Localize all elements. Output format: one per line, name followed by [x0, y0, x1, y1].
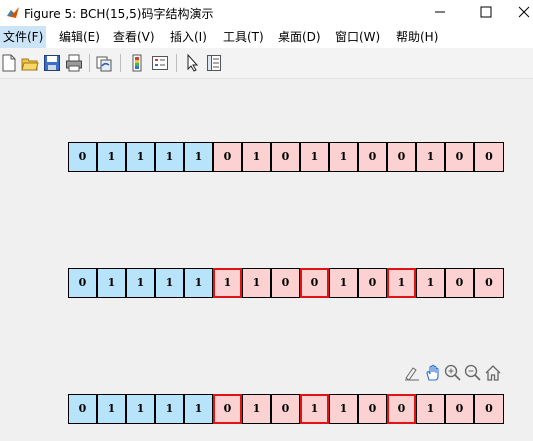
- bit-cell-error: 1: [300, 394, 329, 424]
- bit-cell-error: 0: [300, 268, 329, 298]
- new-figure-icon[interactable]: [0, 54, 18, 72]
- pan-icon[interactable]: [424, 364, 442, 382]
- bit-cell-check: 0: [474, 268, 504, 298]
- menu-desktop[interactable]: 桌面(D): [275, 26, 324, 48]
- bit-cell-info: 1: [184, 142, 213, 172]
- bit-cell-check: 1: [300, 142, 329, 172]
- menu-edit[interactable]: 编辑(E): [56, 26, 103, 48]
- bit-cell-check: 0: [358, 142, 387, 172]
- bit-cell-check: 1: [416, 268, 445, 298]
- menu-window[interactable]: 窗口(W): [332, 26, 383, 48]
- bit-cell-check: 0: [358, 394, 387, 424]
- bit-cell-check: 1: [242, 142, 271, 172]
- edit-plot-icon[interactable]: [184, 54, 202, 72]
- bit-cell-check: 0: [445, 142, 474, 172]
- bit-cell-check: 0: [271, 268, 300, 298]
- bit-cell-info: 0: [68, 142, 97, 172]
- bit-cell-check: 0: [474, 142, 504, 172]
- bit-cell-info: 1: [155, 394, 184, 424]
- bit-cell-info: 0: [68, 394, 97, 424]
- close-icon: [518, 6, 530, 18]
- bit-cell-info: 1: [155, 142, 184, 172]
- bit-cell-check: 0: [474, 394, 504, 424]
- bit-cell-info: 1: [97, 142, 126, 172]
- maximize-icon: [480, 6, 492, 18]
- maximize-button[interactable]: [464, 0, 508, 24]
- figure-canvas: 011110101100100 011111100101100 01111010…: [0, 79, 533, 441]
- bit-cell-check: 1: [329, 394, 358, 424]
- menu-file[interactable]: 文件(F): [0, 26, 47, 48]
- home-icon[interactable]: [484, 364, 502, 382]
- bit-cell-check: 1: [329, 142, 358, 172]
- bit-cell-info: 1: [126, 142, 155, 172]
- bit-cell-check: 1: [416, 394, 445, 424]
- menu-insert[interactable]: 插入(I): [167, 26, 210, 48]
- bit-cell-error: 0: [213, 394, 242, 424]
- bit-cell-check: 1: [329, 268, 358, 298]
- bit-cell-check: 0: [271, 394, 300, 424]
- bit-cell-check: 0: [213, 142, 242, 172]
- menu-bar: 文件(F) 编辑(E) 查看(V) 插入(I) 工具(T) 桌面(D) 窗口(W…: [0, 26, 533, 48]
- bit-cell-check: 0: [387, 142, 416, 172]
- bit-cell-info: 1: [97, 268, 126, 298]
- bit-cell-info: 0: [68, 268, 97, 298]
- save-icon[interactable]: [43, 54, 61, 72]
- zoom-out-icon[interactable]: [464, 364, 482, 382]
- bit-cell-info: 1: [155, 268, 184, 298]
- property-inspector-icon[interactable]: [205, 54, 223, 72]
- link-plot-icon[interactable]: [95, 54, 113, 72]
- codeword-row-corrected: 011110101100100: [68, 394, 504, 424]
- bit-cell-error: 1: [387, 268, 416, 298]
- menu-help[interactable]: 帮助(H): [393, 26, 441, 48]
- title-bar: Figure 5: BCH(15,5)码字结构演示: [0, 0, 533, 26]
- bit-cell-info: 1: [184, 394, 213, 424]
- minimize-icon: [435, 11, 445, 13]
- bit-cell-error: 1: [213, 268, 242, 298]
- bit-cell-check: 1: [416, 142, 445, 172]
- bit-cell-info: 1: [126, 268, 155, 298]
- open-file-icon[interactable]: [21, 54, 39, 72]
- bit-cell-info: 1: [97, 394, 126, 424]
- window-title: Figure 5: BCH(15,5)码字结构演示: [24, 7, 214, 21]
- toolbar-separator: [120, 54, 121, 72]
- minimize-button[interactable]: [418, 0, 462, 24]
- bit-cell-check: 0: [445, 394, 474, 424]
- close-button[interactable]: [510, 0, 533, 24]
- bit-cell-check: 0: [445, 268, 474, 298]
- toolbar-separator: [176, 54, 177, 72]
- bit-cell-info: 1: [126, 394, 155, 424]
- insert-colorbar-icon[interactable]: [128, 54, 146, 72]
- bit-cell-check: 0: [271, 142, 300, 172]
- toolbar-separator: [89, 54, 90, 72]
- bit-cell-check: 1: [242, 394, 271, 424]
- menu-tools[interactable]: 工具(T): [220, 26, 267, 48]
- bit-cell-info: 1: [184, 268, 213, 298]
- bit-cell-check: 1: [242, 268, 271, 298]
- bit-cell-check: 0: [358, 268, 387, 298]
- bit-cell-error: 0: [387, 394, 416, 424]
- print-icon[interactable]: [65, 54, 83, 72]
- matlab-icon: [7, 7, 19, 18]
- codeword-row-original: 011110101100100: [68, 142, 504, 172]
- zoom-in-icon[interactable]: [444, 364, 462, 382]
- menu-view[interactable]: 查看(V): [110, 26, 158, 48]
- codeword-row-errors: 011111100101100: [68, 268, 504, 298]
- insert-legend-icon[interactable]: [151, 54, 169, 72]
- brush-icon[interactable]: [403, 364, 421, 382]
- figure-toolbar: [0, 48, 533, 79]
